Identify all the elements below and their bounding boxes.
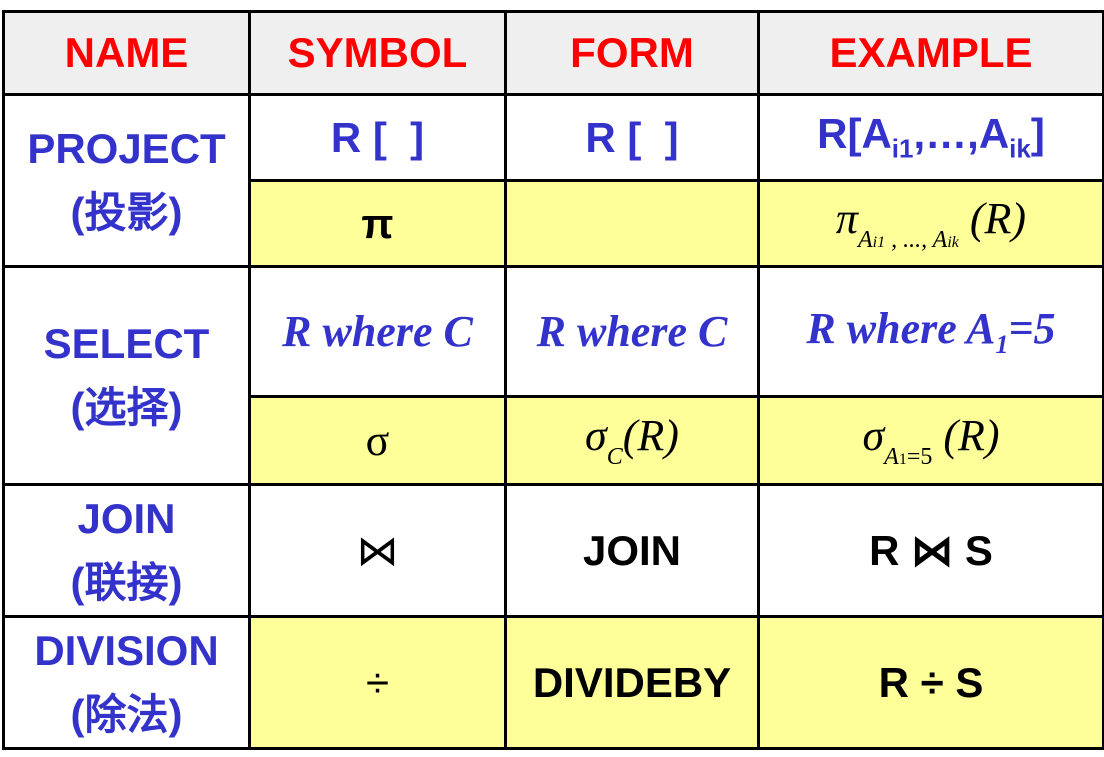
op-name-cn: (除法) [70, 690, 183, 738]
join-example: R ⋈ S [757, 483, 1104, 618]
table-row: JOIN (联接) ⋈ JOIN R ⋈ S [2, 483, 1104, 618]
op-name-cn: (联接) [70, 558, 183, 606]
ex-text: ] [1030, 110, 1045, 158]
project-form: R [ ] [504, 93, 760, 182]
op-subscript: A1=5 [884, 444, 932, 470]
ex-text: ,…,A [913, 110, 1010, 158]
header-form: FORM [504, 10, 760, 96]
table-row: DIVISION (除法) ÷ DIVIDEBY R ÷ S [2, 615, 1104, 750]
project-form-greek [504, 179, 760, 268]
ex-sub: ik [1009, 133, 1031, 164]
header-name: NAME [2, 10, 251, 96]
op-name-cn: (投影) [70, 188, 183, 236]
project-name-cell: PROJECT (投影) [2, 93, 251, 268]
op-argument: (R) [943, 411, 1000, 460]
select-name-cell: SELECT (选择) [2, 265, 251, 486]
op-name: PROJECT [27, 124, 226, 172]
select-symbol: R where C [248, 265, 507, 398]
header-row: NAME SYMBOL FORM EXAMPLE [2, 10, 1104, 96]
select-example: R where A1=5 [757, 265, 1104, 398]
sub-text: A [884, 444, 899, 470]
op-name: DIVISION [34, 626, 219, 674]
join-symbol: ⋈ [248, 483, 507, 618]
ex-sub: 1 [995, 329, 1009, 359]
op-symbol: π [835, 194, 858, 243]
division-form: DIVIDEBY [504, 615, 760, 750]
op-subscript: Ai1 , ..., Aik [858, 227, 959, 253]
op-subscript: C [606, 444, 623, 470]
op-argument: (R) [969, 194, 1027, 243]
join-name-cell: JOIN (联接) [2, 483, 251, 618]
sub-text: =5 [906, 444, 933, 470]
project-symbol-greek: π [248, 179, 507, 268]
join-form: JOIN [504, 483, 760, 618]
ex-sub: i1 [891, 133, 914, 164]
sub-text: i1 [872, 234, 886, 251]
sub-text: , ..., A [885, 227, 948, 253]
ex-text: R[A [817, 110, 892, 158]
table-row: SELECT (选择) R where C R where C R where … [2, 265, 1104, 486]
sub-text: ik [947, 234, 959, 251]
select-symbol-greek: σ [248, 395, 507, 486]
op-name: JOIN [77, 494, 176, 542]
select-example-greek: σA1=5 (R) [757, 395, 1104, 486]
table-row: PROJECT (投影) R [ ] R [ ] R[Ai1,…,Aik] [2, 93, 1104, 268]
relational-operators-table: NAME SYMBOL FORM EXAMPLE PROJECT (投影) R … [2, 10, 1104, 750]
sub-text: 1 [898, 451, 907, 468]
project-symbol: R [ ] [248, 93, 507, 182]
division-example: R ÷ S [757, 615, 1104, 750]
ex-text: R where A [806, 304, 996, 354]
project-example: R[Ai1,…,Aik] [757, 93, 1104, 182]
division-symbol: ÷ [248, 615, 507, 750]
select-form: R where C [504, 265, 760, 398]
sub-text: A [857, 227, 873, 253]
op-argument: (R) [622, 411, 679, 460]
op-symbol: σ [862, 411, 885, 460]
header-symbol: SYMBOL [248, 10, 507, 96]
project-example-greek: πAi1 , ..., Aik (R) [757, 179, 1104, 268]
ex-text: =5 [1008, 304, 1056, 354]
op-name-cn: (选择) [70, 383, 183, 431]
op-name: SELECT [43, 319, 210, 367]
division-name-cell: DIVISION (除法) [2, 615, 251, 750]
header-example: EXAMPLE [757, 10, 1104, 96]
op-symbol: σ [585, 411, 607, 460]
select-form-greek: σC(R) [504, 395, 760, 486]
